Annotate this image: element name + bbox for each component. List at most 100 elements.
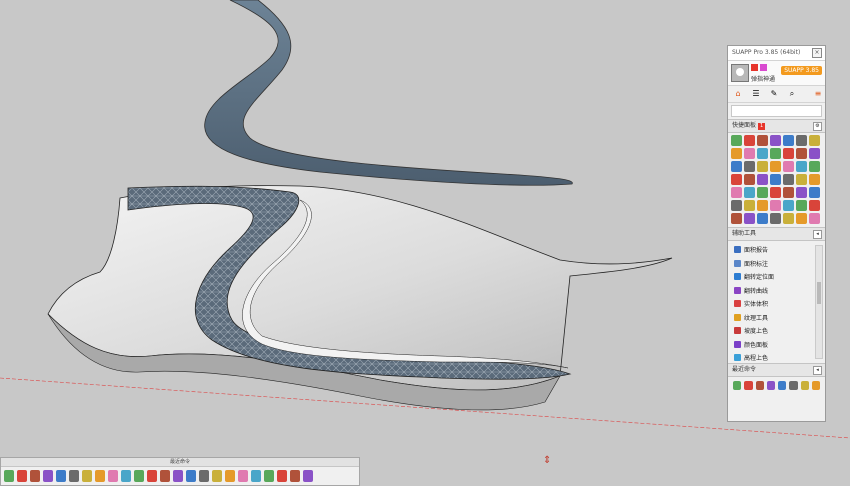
- tool-icon[interactable]: [238, 470, 248, 482]
- list-item[interactable]: 翻转定位面: [728, 270, 825, 284]
- list-item[interactable]: 实体体积: [728, 297, 825, 311]
- tool-icon[interactable]: [809, 213, 820, 224]
- tool-icon[interactable]: [757, 200, 768, 211]
- tool-icon[interactable]: [69, 470, 79, 482]
- tool-icon[interactable]: [744, 174, 755, 185]
- tool-icon[interactable]: [796, 174, 807, 185]
- tool-icon[interactable]: [731, 213, 742, 224]
- tool-icon[interactable]: [303, 470, 313, 482]
- tool-icon[interactable]: [809, 148, 820, 159]
- tool-icon[interactable]: [731, 148, 742, 159]
- tool-icon[interactable]: [290, 470, 300, 482]
- quick-panel-header[interactable]: 快捷面板 1 ⚙: [728, 119, 825, 133]
- recent-commands-header[interactable]: 最近命令 ◂: [728, 363, 825, 377]
- tab-home[interactable]: ⌂: [732, 88, 744, 99]
- tool-icon[interactable]: [766, 381, 775, 390]
- tool-icon[interactable]: [757, 148, 768, 159]
- scrollbar[interactable]: [815, 245, 823, 359]
- tool-icon[interactable]: [796, 213, 807, 224]
- tool-icon[interactable]: [731, 135, 742, 146]
- tab-edit[interactable]: ✎: [768, 88, 780, 99]
- tool-icon[interactable]: [744, 381, 753, 390]
- tool-icon[interactable]: [796, 161, 807, 172]
- tool-icon[interactable]: [757, 174, 768, 185]
- tool-icon[interactable]: [783, 187, 794, 198]
- tool-icon[interactable]: [731, 187, 742, 198]
- tool-icon[interactable]: [809, 200, 820, 211]
- tool-icon[interactable]: [770, 200, 781, 211]
- tool-icon[interactable]: [733, 381, 742, 390]
- tool-icon[interactable]: [796, 187, 807, 198]
- tool-icon[interactable]: [796, 135, 807, 146]
- tab-menu[interactable]: ≡: [812, 88, 824, 99]
- helper-tools-header[interactable]: 辅助工具 ◂: [728, 227, 825, 241]
- tool-icon[interactable]: [95, 470, 105, 482]
- tool-icon[interactable]: [277, 470, 287, 482]
- tool-icon[interactable]: [108, 470, 118, 482]
- tool-icon[interactable]: [800, 381, 809, 390]
- tool-icon[interactable]: [796, 148, 807, 159]
- tool-icon[interactable]: [770, 213, 781, 224]
- list-item[interactable]: 坡度上色: [728, 324, 825, 338]
- tool-icon[interactable]: [43, 470, 53, 482]
- tab-list[interactable]: ☰: [750, 88, 762, 99]
- tool-icon[interactable]: [30, 470, 40, 482]
- collapse-icon[interactable]: ◂: [813, 366, 822, 375]
- tool-icon[interactable]: [731, 161, 742, 172]
- list-item[interactable]: 面积标注: [728, 257, 825, 271]
- tool-icon[interactable]: [134, 470, 144, 482]
- tool-icon[interactable]: [731, 200, 742, 211]
- tool-icon[interactable]: [160, 470, 170, 482]
- avatar[interactable]: [731, 64, 749, 82]
- list-item[interactable]: 纹理工具: [728, 311, 825, 325]
- login-button[interactable]: SUAPP 3.85: [781, 66, 822, 75]
- tool-icon[interactable]: [199, 470, 209, 482]
- tool-icon[interactable]: [796, 200, 807, 211]
- tool-icon[interactable]: [82, 470, 92, 482]
- tool-icon[interactable]: [783, 213, 794, 224]
- search-input[interactable]: [731, 105, 822, 117]
- list-item[interactable]: 翻转曲线: [728, 284, 825, 298]
- tool-icon[interactable]: [770, 161, 781, 172]
- tool-icon[interactable]: [778, 381, 787, 390]
- tool-icon[interactable]: [789, 381, 798, 390]
- tool-icon[interactable]: [809, 135, 820, 146]
- tool-icon[interactable]: [811, 381, 820, 390]
- tool-icon[interactable]: [147, 470, 157, 482]
- tool-icon[interactable]: [744, 187, 755, 198]
- tool-icon[interactable]: [757, 187, 768, 198]
- tool-icon[interactable]: [770, 135, 781, 146]
- tool-icon[interactable]: [757, 161, 768, 172]
- list-item[interactable]: 颜色面板: [728, 338, 825, 352]
- tool-icon[interactable]: [783, 161, 794, 172]
- tool-icon[interactable]: [744, 213, 755, 224]
- tool-icon[interactable]: [783, 135, 794, 146]
- tool-icon[interactable]: [264, 470, 274, 482]
- tool-icon[interactable]: [757, 135, 768, 146]
- tool-icon[interactable]: [757, 213, 768, 224]
- tool-icon[interactable]: [225, 470, 235, 482]
- tool-icon[interactable]: [783, 148, 794, 159]
- tool-icon[interactable]: [744, 148, 755, 159]
- tool-icon[interactable]: [809, 174, 820, 185]
- tool-icon[interactable]: [809, 187, 820, 198]
- tool-icon[interactable]: [121, 470, 131, 482]
- gear-icon[interactable]: ⚙: [813, 122, 822, 131]
- tool-icon[interactable]: [4, 470, 14, 482]
- tool-icon[interactable]: [783, 174, 794, 185]
- tool-icon[interactable]: [783, 200, 794, 211]
- tool-icon[interactable]: [173, 470, 183, 482]
- collapse-icon[interactable]: ◂: [813, 230, 822, 239]
- 3d-viewport[interactable]: [0, 0, 850, 486]
- tool-icon[interactable]: [186, 470, 196, 482]
- tool-icon[interactable]: [731, 174, 742, 185]
- tool-icon[interactable]: [56, 470, 66, 482]
- tool-icon[interactable]: [770, 148, 781, 159]
- list-item[interactable]: 面积报告: [728, 243, 825, 257]
- tool-icon[interactable]: [251, 470, 261, 482]
- tool-icon[interactable]: [770, 187, 781, 198]
- tool-icon[interactable]: [770, 174, 781, 185]
- tool-icon[interactable]: [755, 381, 764, 390]
- tab-search[interactable]: ⌕: [786, 88, 798, 99]
- tool-icon[interactable]: [744, 161, 755, 172]
